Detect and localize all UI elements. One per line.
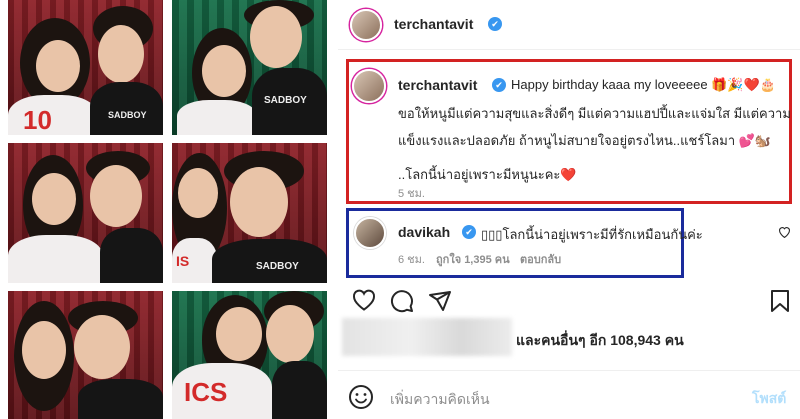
photo-6[interactable]: ICS xyxy=(172,291,327,419)
caption-author-username[interactable]: terchantavit xyxy=(398,77,477,93)
verified-badge-icon: ✔ xyxy=(488,17,502,31)
caption-author-avatar[interactable] xyxy=(352,69,386,103)
likes-count-text[interactable]: และคนอื่นๆ อีก 108,943 คน xyxy=(516,330,684,352)
reply-verified-badge-icon: ✔ xyxy=(462,225,476,239)
caption-line-4: ..โลกนี้น่าอยู่เพราะมีหนูนะคะ❤️ xyxy=(398,167,577,182)
caption-line-3: แข็งแรงและปลอดภัย ถ้าหนูไม่สบายใจอยู่ตรง… xyxy=(398,133,772,148)
caption-line-2: ขอให้หนูมีแต่ความสุขและสิ่งดีๆ มีแต่ความ… xyxy=(398,106,791,121)
photo-2[interactable]: SADBOY xyxy=(172,0,327,135)
bookmark-icon[interactable] xyxy=(770,289,790,318)
smiley-icon[interactable] xyxy=(348,384,374,410)
comment-bubble-icon[interactable] xyxy=(390,289,414,318)
reply-like-count[interactable]: ถูกใจ 1,395 คน xyxy=(436,250,510,268)
reply-text: ▯▯▯โลกนี้น่าอยู่เพราะมีที่รักเหมือนกันค่… xyxy=(481,227,703,242)
reply-timestamp: 6 ชม. xyxy=(398,254,425,266)
reply-author-avatar[interactable] xyxy=(354,217,386,249)
post-header: terchantavit ✔ xyxy=(338,0,800,50)
post-comment-button[interactable]: โพสต์ xyxy=(752,388,786,410)
photo-3[interactable] xyxy=(8,143,163,283)
photo-5[interactable] xyxy=(8,291,163,419)
reply-button[interactable]: ตอบกลับ xyxy=(520,250,561,268)
comment-input[interactable]: เพิ่มความคิดเห็น xyxy=(390,389,490,411)
instagram-post-view: 10 SADBOY SADBOY IS SADBOY ICS terchanta… xyxy=(0,0,800,419)
photo-1[interactable]: 10 SADBOY xyxy=(8,0,163,135)
author-avatar[interactable] xyxy=(350,9,382,41)
caption-verified-badge-icon: ✔ xyxy=(492,78,506,92)
liked-by-avatars-blurred xyxy=(342,318,512,356)
caption-timestamp: 5 ชม. xyxy=(398,188,425,200)
heart-small-icon[interactable] xyxy=(778,226,791,241)
author-username[interactable]: terchantavit xyxy=(394,16,473,32)
photo-4[interactable]: IS SADBOY xyxy=(172,143,327,283)
caption-line-1: Happy birthday kaaa my loveeeee 🎁🎉❤️🎂 xyxy=(511,77,776,92)
comment-divider xyxy=(338,370,800,371)
photo-grid: 10 SADBOY SADBOY IS SADBOY ICS xyxy=(0,0,338,419)
post-panel: terchantavit ✔ terchantavit ✔ Happy birt… xyxy=(338,0,800,419)
paper-plane-icon[interactable] xyxy=(428,289,452,318)
post-actions-bar xyxy=(338,285,800,317)
reply-author-username[interactable]: davikah xyxy=(398,224,450,240)
heart-outline-icon[interactable] xyxy=(352,289,376,316)
